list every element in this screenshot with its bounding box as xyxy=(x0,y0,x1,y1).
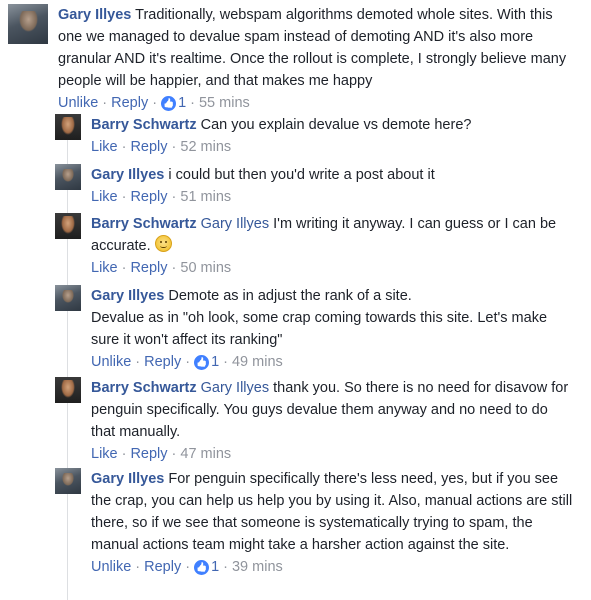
like-count[interactable]: 1 xyxy=(178,93,186,113)
separator-dot: · xyxy=(152,95,158,111)
avatar[interactable] xyxy=(55,114,81,140)
separator-dot: · xyxy=(171,446,177,462)
comment-author[interactable]: Gary Illyes xyxy=(58,7,131,23)
reply: Gary Illyes i could but then you'd write… xyxy=(55,164,585,207)
unlike-button[interactable]: Unlike xyxy=(58,93,98,113)
like-count[interactable]: 1 xyxy=(211,557,219,577)
reply-button[interactable]: Reply xyxy=(130,444,167,464)
reply-author[interactable]: Gary Illyes xyxy=(91,167,164,183)
separator-dot: · xyxy=(223,354,228,370)
unlike-button[interactable]: Unlike xyxy=(91,352,131,372)
reply-button[interactable]: Reply xyxy=(130,187,167,207)
like-button[interactable]: Like xyxy=(91,137,118,157)
separator-dot: · xyxy=(121,189,127,205)
reply-button[interactable]: Reply xyxy=(111,93,148,113)
reply-body: i could but then you'd write a post abou… xyxy=(168,167,435,183)
separator-dot: · xyxy=(121,139,127,155)
reply-body: For penguin specifically there's less ne… xyxy=(91,471,573,553)
reply: Barry Schwartz Gary Illyes I'm writing i… xyxy=(55,213,585,278)
avatar[interactable] xyxy=(55,468,81,494)
reply-author[interactable]: Gary Illyes xyxy=(91,288,164,304)
like-button[interactable]: Like xyxy=(91,444,118,464)
reply-text: Gary Illyes i could but then you'd write… xyxy=(91,164,576,186)
reply-body-continued: Devalue as in "oh look, some crap coming… xyxy=(91,310,548,348)
comment-thread: Gary Illyes Traditionally, webspam algor… xyxy=(0,0,591,600)
reply: Gary Illyes Demote as in adjust the rank… xyxy=(55,285,585,372)
timestamp[interactable]: 39 mins xyxy=(232,557,283,577)
thumbs-up-icon[interactable] xyxy=(194,559,210,575)
comment-actions: Unlike · Reply · 1 · 55 mins xyxy=(58,93,568,113)
reply-author[interactable]: Barry Schwartz xyxy=(91,117,197,133)
timestamp[interactable]: 55 mins xyxy=(199,93,250,113)
separator-dot: · xyxy=(190,95,195,111)
avatar[interactable] xyxy=(8,4,48,44)
separator-dot: · xyxy=(185,354,191,370)
timestamp[interactable]: 50 mins xyxy=(180,258,231,278)
reply-actions: Unlike · Reply · 1 · 49 mins xyxy=(91,352,576,372)
comment-text: Gary Illyes Traditionally, webspam algor… xyxy=(58,4,568,92)
separator-dot: · xyxy=(102,95,108,111)
reply-text: Gary Illyes Demote as in adjust the rank… xyxy=(91,285,576,351)
timestamp[interactable]: 51 mins xyxy=(180,187,231,207)
reply-button[interactable]: Reply xyxy=(144,557,181,577)
reply-mention[interactable]: Gary Illyes xyxy=(201,216,270,232)
avatar[interactable] xyxy=(55,377,81,403)
like-button[interactable]: Like xyxy=(91,258,118,278)
reply: Barry Schwartz Can you explain devalue v… xyxy=(55,114,585,157)
reply: Gary Illyes For penguin specifically the… xyxy=(55,468,585,577)
separator-dot: · xyxy=(185,559,191,575)
thumbs-up-icon[interactable] xyxy=(161,95,177,111)
reply-body: Demote as in adjust the rank of a site. xyxy=(168,288,412,304)
timestamp[interactable]: 47 mins xyxy=(180,444,231,464)
comment: Gary Illyes Traditionally, webspam algor… xyxy=(8,4,583,113)
reply-button[interactable]: Reply xyxy=(144,352,181,372)
reply-actions: Like · Reply · 52 mins xyxy=(91,137,576,157)
smiley-emoji-icon xyxy=(154,235,172,252)
separator-dot: · xyxy=(121,260,127,276)
like-button[interactable]: Like xyxy=(91,187,118,207)
reply-author[interactable]: Barry Schwartz xyxy=(91,216,197,232)
thumbs-up-icon[interactable] xyxy=(194,354,210,370)
like-count[interactable]: 1 xyxy=(211,352,219,372)
reply-text: Barry Schwartz Can you explain devalue v… xyxy=(91,114,576,136)
reply-actions: Like · Reply · 51 mins xyxy=(91,187,576,207)
avatar[interactable] xyxy=(55,213,81,239)
avatar[interactable] xyxy=(55,164,81,190)
separator-dot: · xyxy=(135,559,141,575)
reply-author[interactable]: Barry Schwartz xyxy=(91,380,197,396)
separator-dot: · xyxy=(223,559,228,575)
timestamp[interactable]: 49 mins xyxy=(232,352,283,372)
timestamp[interactable]: 52 mins xyxy=(180,137,231,157)
separator-dot: · xyxy=(171,189,177,205)
reply-button[interactable]: Reply xyxy=(130,258,167,278)
reply: Barry Schwartz Gary Illyes thank you. So… xyxy=(55,377,585,464)
reply-actions: Like · Reply · 50 mins xyxy=(91,258,576,278)
separator-dot: · xyxy=(135,354,141,370)
reply-text: Barry Schwartz Gary Illyes thank you. So… xyxy=(91,377,576,443)
separator-dot: · xyxy=(171,139,177,155)
reply-author[interactable]: Gary Illyes xyxy=(91,471,164,487)
reply-text: Gary Illyes For penguin specifically the… xyxy=(91,468,576,556)
reply-actions: Unlike · Reply · 1 · 39 mins xyxy=(91,557,576,577)
comment-body: Traditionally, webspam algorithms demote… xyxy=(58,7,567,89)
unlike-button[interactable]: Unlike xyxy=(91,557,131,577)
separator-dot: · xyxy=(171,260,177,276)
avatar[interactable] xyxy=(55,285,81,311)
separator-dot: · xyxy=(121,446,127,462)
reply-button[interactable]: Reply xyxy=(130,137,167,157)
reply-actions: Like · Reply · 47 mins xyxy=(91,444,576,464)
reply-mention[interactable]: Gary Illyes xyxy=(201,380,270,396)
reply-text: Barry Schwartz Gary Illyes I'm writing i… xyxy=(91,213,576,257)
reply-body: Can you explain devalue vs demote here? xyxy=(200,117,472,133)
